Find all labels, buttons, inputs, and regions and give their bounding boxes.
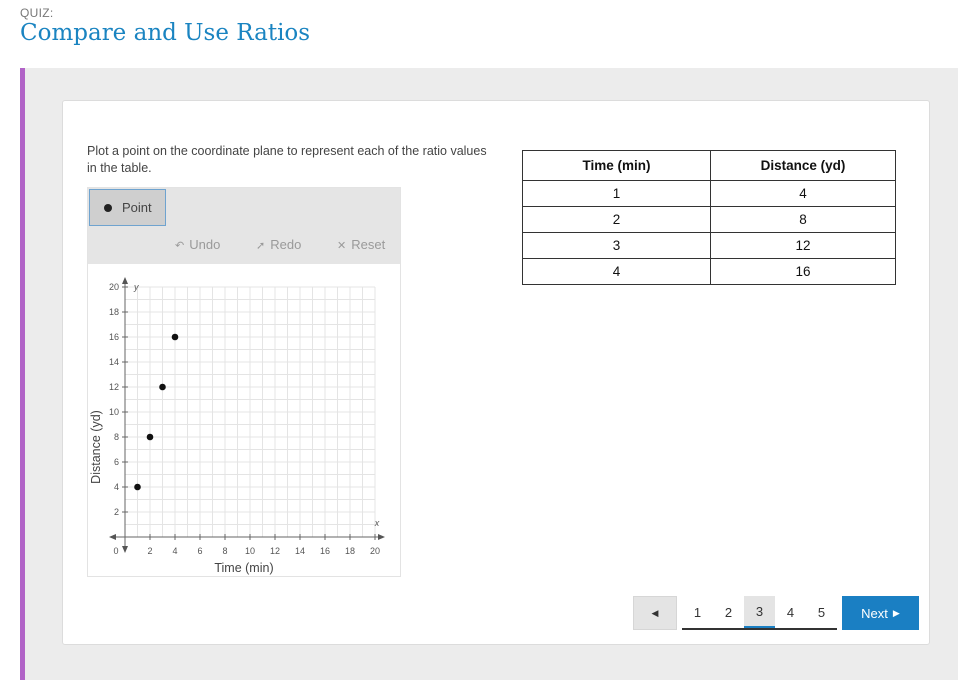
y-tick-label: 20 [109, 282, 119, 292]
page-list: 1 2 3 4 5 [682, 596, 837, 630]
y-tick-label: 14 [109, 357, 119, 367]
table-cell: 2 [522, 206, 711, 233]
reset-button[interactable]: ✕ Reset [337, 237, 385, 252]
x-tick-label: 2 [147, 546, 152, 556]
table-cell: 1 [522, 180, 711, 207]
triangle-left-icon: ◀ [651, 607, 659, 618]
table-row: 2 8 [522, 206, 896, 233]
x-tick-label: 16 [320, 546, 330, 556]
table-row: 1 4 [522, 180, 896, 207]
column-header-distance: Distance (yd) [710, 150, 896, 181]
y-tick-label: 12 [109, 382, 119, 392]
undo-label: Undo [189, 237, 221, 252]
point-tool-button[interactable]: Point [89, 189, 166, 226]
x-tick-label: 0 [113, 546, 118, 556]
page-button-5[interactable]: 5 [806, 596, 837, 628]
x-axis-arrow-right [378, 534, 385, 540]
plotted-point [134, 483, 141, 491]
table-row: 4 16 [522, 258, 896, 285]
x-axis-title: Time (min) [214, 561, 273, 575]
previous-page-button[interactable]: ◀ [633, 596, 677, 630]
next-button[interactable]: Next ▶ [842, 596, 919, 630]
y-tick-label: 8 [114, 432, 119, 442]
table-row: 3 12 [522, 232, 896, 259]
undo-icon: ↶ [175, 240, 185, 252]
x-axis-letter: x [374, 518, 380, 528]
x-tick-label: 12 [270, 546, 280, 556]
column-header-time: Time (min) [522, 150, 711, 181]
table-cell: 4 [522, 258, 711, 285]
table-cell: 12 [710, 232, 896, 259]
page-button-3[interactable]: 3 [744, 596, 775, 628]
y-tick-label: 6 [114, 457, 119, 467]
redo-icon: ➚ [256, 240, 266, 252]
coordinate-plane[interactable]: 0 2 4 6 8 10 12 14 16 18 20 2 4 6 8 10 12 14 16 18 20 x y Time … [88, 268, 400, 576]
pagination: ◀ 1 2 3 4 5 Next ▶ [633, 596, 919, 630]
y-axis-letter: y [133, 282, 139, 292]
x-tick-label: 4 [172, 546, 177, 556]
x-tick-label: 10 [245, 546, 255, 556]
y-tick-label: 16 [109, 332, 119, 342]
y-tick-label: 2 [114, 507, 119, 517]
reset-label: Reset [351, 237, 386, 252]
y-tick-label: 10 [109, 407, 119, 417]
page-button-2[interactable]: 2 [713, 596, 744, 628]
x-axis-arrow-left [109, 534, 116, 540]
triangle-right-icon: ▶ [892, 607, 900, 618]
undo-button[interactable]: ↶ Undo [175, 237, 220, 252]
y-tick-label: 18 [109, 307, 119, 317]
reset-icon: ✕ [337, 240, 347, 252]
graph-toolbar: Point ↶ Undo ➚ Redo ✕ Reset [88, 188, 400, 264]
x-tick-label: 6 [197, 546, 202, 556]
ratio-table: Time (min) Distance (yd) 1 4 2 8 3 12 4 … [522, 150, 896, 285]
table-cell: 4 [710, 180, 896, 207]
quiz-container: Plot a point on the coordinate plane to … [20, 68, 958, 680]
y-tick-label: 4 [114, 482, 119, 492]
redo-button[interactable]: ➚ Redo [256, 237, 301, 252]
x-tick-label: 14 [295, 546, 305, 556]
graph-actions: ↶ Undo ➚ Redo ✕ Reset [88, 228, 400, 264]
table-header-row: Time (min) Distance (yd) [522, 150, 896, 181]
table-cell: 3 [522, 232, 711, 259]
y-axis-title: Distance (yd) [89, 410, 103, 484]
table-cell: 16 [710, 258, 896, 285]
page-title: Compare and Use Ratios [20, 20, 311, 46]
plotted-point [159, 383, 166, 391]
question-card: Plot a point on the coordinate plane to … [62, 100, 930, 645]
quiz-label: QUIZ: [20, 6, 54, 20]
page-button-1[interactable]: 1 [682, 596, 713, 628]
x-tick-label: 20 [370, 546, 380, 556]
table-cell: 8 [710, 206, 896, 233]
point-tool-label: Point [122, 200, 152, 215]
x-tick-label: 8 [222, 546, 227, 556]
redo-label: Redo [270, 237, 302, 252]
plotted-point [146, 433, 154, 441]
plotted-point [171, 333, 179, 341]
y-axis-arrow-up [122, 277, 128, 284]
x-tick-label: 18 [345, 546, 355, 556]
next-label: Next [861, 605, 888, 621]
point-icon [104, 203, 112, 212]
page-button-4[interactable]: 4 [775, 596, 806, 628]
question-prompt: Plot a point on the coordinate plane to … [87, 144, 487, 175]
graph-tool: Point ↶ Undo ➚ Redo ✕ Reset 0 2 4 6 8 10 12 14 16 18… [87, 187, 401, 577]
y-axis-arrow-down [122, 546, 128, 553]
